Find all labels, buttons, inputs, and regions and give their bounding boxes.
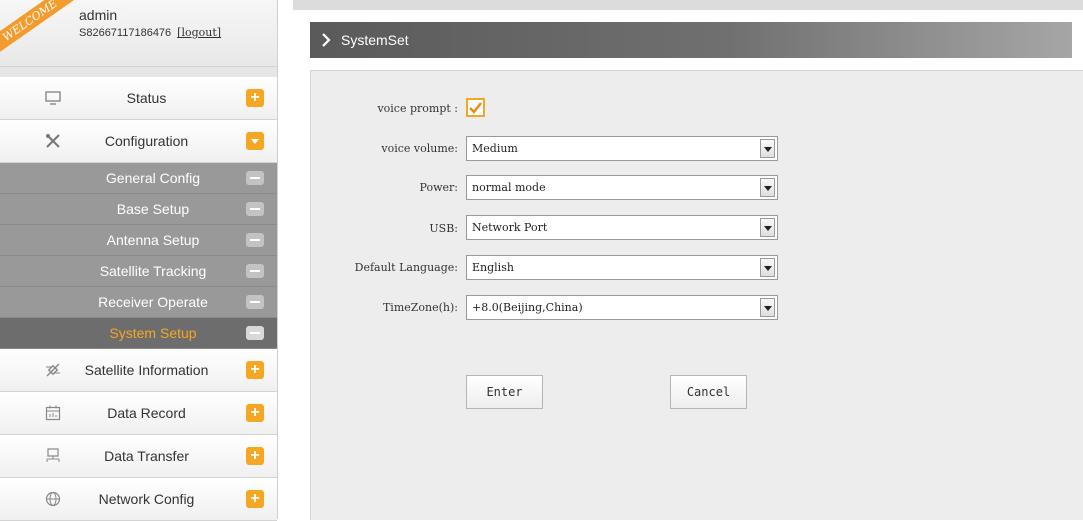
serial-number: S82667117186476 [79, 27, 172, 39]
menu-item-data-transfer[interactable]: Data Transfer + [0, 435, 277, 478]
calendar-icon [44, 404, 62, 422]
tools-icon [44, 132, 62, 150]
username: admin [79, 7, 118, 23]
power-label: Power: [419, 181, 458, 194]
submenu-item-satellite-tracking[interactable]: Satellite Tracking [0, 256, 277, 287]
collapse-icon[interactable] [246, 132, 264, 150]
power-value: normal mode [472, 181, 546, 194]
submenu-label: Antenna Setup [106, 232, 200, 248]
submenu-label: Base Setup [116, 201, 190, 217]
menu-label-configuration: Configuration [104, 133, 189, 149]
menu-item-configuration[interactable]: Configuration [0, 120, 277, 163]
dropdown-arrow-icon[interactable] [760, 298, 775, 317]
expand-icon[interactable]: + [246, 490, 264, 508]
dropdown-arrow-icon[interactable] [760, 218, 775, 237]
submenu-item-general-config[interactable]: General Config [0, 163, 277, 194]
minus-icon [246, 264, 264, 278]
minus-icon [246, 295, 264, 309]
network-icon [44, 447, 62, 465]
minus-icon [246, 233, 264, 247]
timezone-select[interactable]: +8.0(Beijing,China) [466, 295, 778, 320]
globe-icon [44, 490, 62, 508]
menu-label-data-transfer: Data Transfer [104, 448, 189, 464]
submenu-item-system-setup[interactable]: System Setup [0, 318, 277, 349]
content-header: SystemSet [310, 22, 1072, 58]
logout-link[interactable]: [logout] [177, 26, 221, 39]
submenu-item-receiver-operate[interactable]: Receiver Operate [0, 287, 277, 318]
page-title: SystemSet [341, 32, 409, 48]
menu-item-network-config[interactable]: Network Config + [0, 478, 277, 521]
timezone-value: +8.0(Beijing,China) [472, 301, 583, 314]
usb-select[interactable]: Network Port [466, 215, 778, 240]
menu-item-data-record[interactable]: Data Record + [0, 392, 277, 435]
submenu-label: System Setup [109, 325, 197, 341]
dropdown-arrow-icon[interactable] [760, 258, 775, 277]
voice-prompt-checkbox[interactable] [466, 98, 485, 117]
submenu-label: General Config [105, 170, 201, 186]
checkmark-icon [469, 102, 482, 114]
satellite-icon [44, 361, 62, 379]
menu-item-status[interactable]: Status + [0, 77, 277, 120]
nav-menu: Status + Configuration General Config Ba… [0, 77, 277, 521]
chevron-right-icon [320, 31, 332, 54]
minus-icon [246, 326, 264, 340]
menu-label-satellite-information: Satellite Information [84, 362, 209, 378]
menu-label-data-record: Data Record [107, 405, 186, 421]
dropdown-arrow-icon[interactable] [760, 139, 775, 158]
default-language-value: English [472, 261, 514, 274]
menu-label-status: Status [126, 90, 167, 106]
default-language-select[interactable]: English [466, 255, 778, 280]
settings-panel: voice prompt : voice volume: Medium Powe… [310, 70, 1083, 520]
submenu-label: Satellite Tracking [99, 263, 207, 279]
expand-icon[interactable]: + [246, 404, 264, 422]
expand-icon[interactable]: + [246, 447, 264, 465]
minus-icon [246, 202, 264, 216]
timezone-label: TimeZone(h): [382, 301, 458, 314]
expand-icon[interactable]: + [246, 89, 264, 107]
submenu-label: Receiver Operate [98, 294, 208, 310]
menu-label-network-config: Network Config [98, 491, 195, 507]
minus-icon [246, 171, 264, 185]
submenu-item-antenna-setup[interactable]: Antenna Setup [0, 225, 277, 256]
expand-icon[interactable]: + [246, 361, 264, 379]
sidebar: WELCOME admin S82667117186476 [logout] St… [0, 0, 278, 521]
voice-volume-select[interactable]: Medium [466, 136, 778, 161]
voice-volume-value: Medium [472, 142, 518, 155]
voice-volume-label: voice volume: [381, 142, 458, 155]
welcome-ribbon: WELCOME [0, 0, 85, 62]
serial-number-line: S82667117186476 [logout] [79, 26, 221, 39]
top-strip [293, 0, 1083, 10]
user-header: WELCOME admin S82667117186476 [logout] [0, 0, 277, 67]
monitor-icon [44, 89, 62, 107]
default-language-label: Default Language: [354, 261, 458, 274]
usb-value: Network Port [472, 221, 548, 234]
submenu-item-base-setup[interactable]: Base Setup [0, 194, 277, 225]
menu-item-satellite-information[interactable]: Satellite Information + [0, 349, 277, 392]
power-select[interactable]: normal mode [466, 175, 778, 200]
voice-prompt-label: voice prompt : [377, 102, 458, 115]
cancel-button[interactable]: Cancel [670, 375, 747, 409]
dropdown-arrow-icon[interactable] [760, 178, 775, 197]
enter-button[interactable]: Enter [466, 375, 543, 409]
usb-label: USB: [429, 222, 458, 235]
